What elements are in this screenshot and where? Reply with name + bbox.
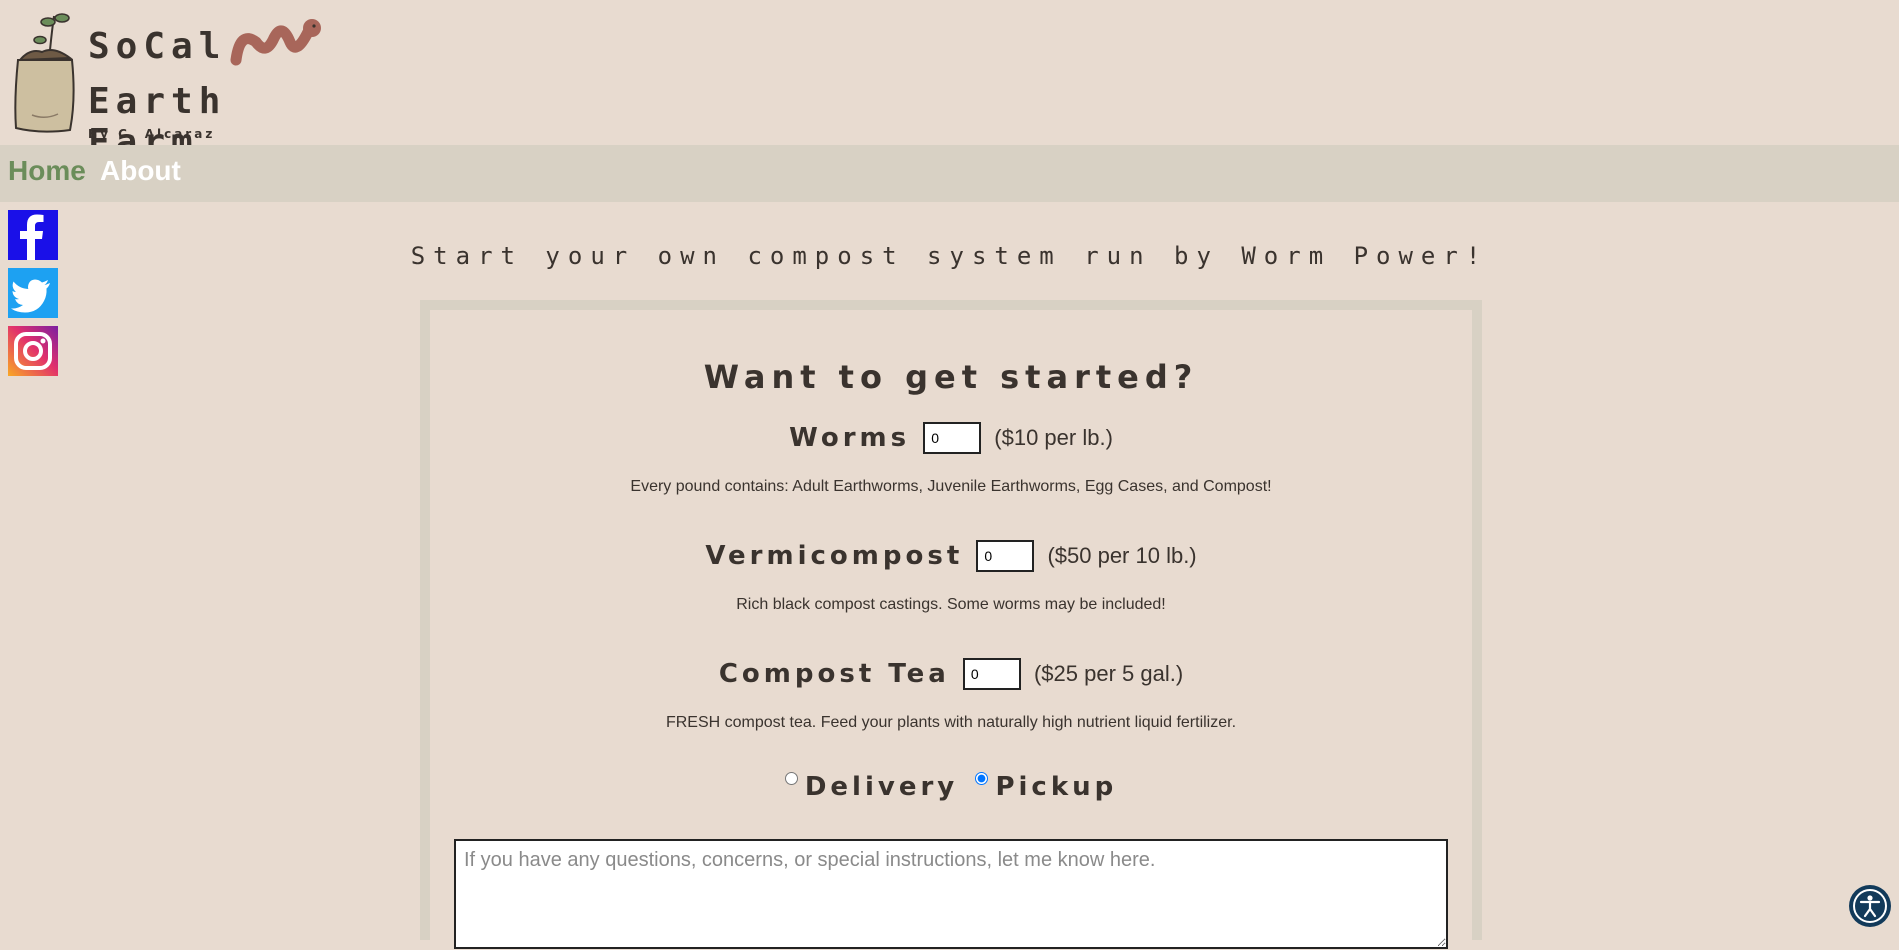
worms-label: Worms (789, 423, 911, 453)
accessibility-button[interactable] (1849, 885, 1891, 927)
worms-quantity-input[interactable] (923, 422, 982, 454)
site-logo[interactable]: SoCal Earth Farm By C. Alcaraz (10, 10, 350, 163)
compost-tea-label: Compost Tea (718, 659, 950, 689)
compost-tea-quantity-input[interactable] (962, 658, 1021, 690)
twitter-link[interactable] (8, 268, 58, 318)
pickup-label[interactable]: Pickup (995, 772, 1117, 802)
compost-tea-row: Compost Tea ($25 per 5 gal.) (430, 658, 1472, 690)
nav-home-link[interactable]: Home (8, 155, 86, 187)
order-form: Want to get started? Worms ($10 per lb.)… (430, 310, 1472, 950)
instagram-link[interactable] (8, 326, 58, 376)
accessibility-icon (1853, 889, 1887, 923)
logo-byline: By C. Alcaraz (88, 127, 216, 141)
worm-icon (230, 19, 321, 66)
fulfillment-options: Delivery Pickup (430, 772, 1472, 802)
site-header: SoCal Earth Farm By C. Alcaraz (0, 0, 1899, 163)
tagline: Start your own compost system run by Wor… (410, 242, 1489, 270)
order-form-panel: Want to get started? Worms ($10 per lb.)… (420, 300, 1482, 950)
twitter-icon (11, 279, 50, 313)
instagram-icon (14, 332, 52, 370)
compost-tea-price: ($25 per 5 gal.) (1033, 661, 1184, 686)
nav-about-link[interactable]: About (100, 155, 181, 187)
vermicompost-quantity-input[interactable] (976, 540, 1035, 572)
delivery-radio[interactable] (784, 772, 798, 785)
vermicompost-description: Rich black compost castings. Some worms … (736, 596, 1166, 613)
delivery-label[interactable]: Delivery (805, 772, 958, 802)
worms-price: ($10 per lb.) (994, 425, 1113, 450)
worms-description: Every pound contains: Adult Earthworms, … (630, 478, 1272, 495)
compost-tea-description: FRESH compost tea. Feed your plants with… (665, 714, 1237, 731)
vermicompost-row: Vermicompost ($50 per 10 lb.) (430, 540, 1472, 572)
vermicompost-price: ($50 per 10 lb.) (1047, 543, 1197, 568)
pickup-radio[interactable] (975, 772, 989, 785)
compost-bag-icon (14, 13, 75, 133)
form-title: Want to get started? (703, 358, 1199, 396)
vermicompost-label: Vermicompost (705, 541, 964, 571)
nav-bar: Home About (0, 145, 1899, 202)
logo-text-socal: SoCal (88, 26, 227, 67)
worms-row: Worms ($10 per lb.) (430, 422, 1472, 454)
notes-textarea[interactable] (454, 839, 1448, 949)
